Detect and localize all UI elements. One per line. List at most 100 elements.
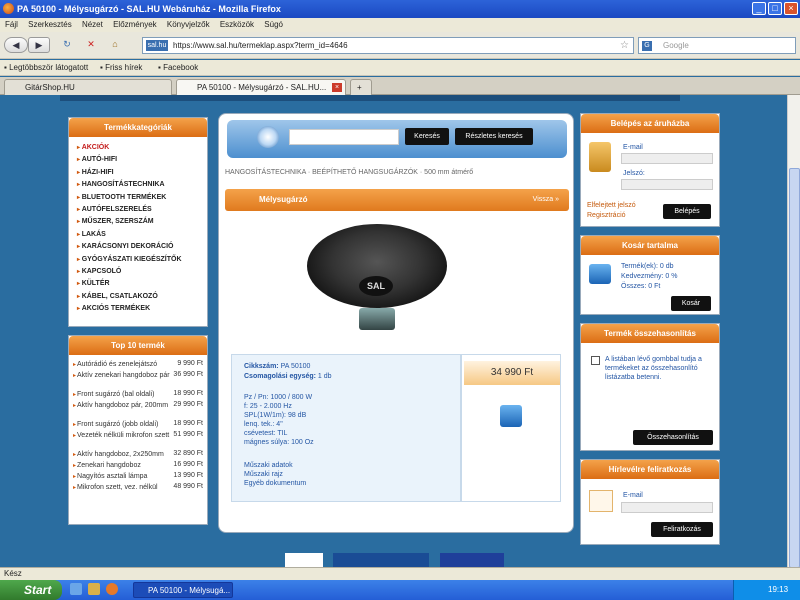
quicklaunch-ie-icon[interactable] [70,583,82,595]
web-page: Termékkategóriák AKCIÓK AUTÓ-HIFI HÁZI-HIF… [0,95,787,567]
compare-button[interactable]: Összehasonlítás [633,430,713,445]
advanced-search-button[interactable]: Részletes keresés [455,128,533,145]
taskbar: Start PA 50100 - Mélysugá... 19:13 [0,580,800,600]
bookmark-latest-headlines[interactable]: ▪ Friss hírek [100,60,142,76]
add-to-cart-icon[interactable] [500,405,522,427]
product-specs: Pz / Pn: 1000 / 800 W f: 25 - 2.000 Hz SPL… [244,393,314,447]
task-label: PA 50100 - Mélysugá... [148,586,231,595]
menu-view[interactable]: Nézet [82,20,103,29]
forgot-password-link[interactable]: Elfelejtett jelszó [587,202,636,209]
compare-panel: Termék összehasonlítás A listában lévő g… [580,323,720,451]
category-item[interactable]: LAKÁS [77,231,106,238]
eu-banner[interactable] [440,553,504,567]
category-item[interactable]: GYÓGYÁSZATI KIEGÉSZÍTŐK [77,256,182,263]
minimize-button[interactable]: _ [752,2,766,15]
menu-history[interactable]: Előzmények [113,20,157,29]
price-box: 34 990 Ft [461,354,561,502]
new-tab-button[interactable]: + [350,79,372,95]
star-icon[interactable]: ☆ [620,38,629,53]
home-icon[interactable]: ⌂ [106,37,124,53]
tab-sal-product[interactable]: PA 50100 - Mélysugárzó - SAL.HU... × [176,79,346,95]
vertical-scrollbar[interactable] [787,95,800,568]
bookmark-facebook[interactable]: ▪ Facebook [158,60,198,76]
register-link[interactable]: Regisztráció [587,212,626,219]
category-item[interactable]: BLUETOOTH TERMÉKEK [77,194,167,201]
login-email-field[interactable] [621,153,713,164]
start-label: Start [24,583,52,597]
subscribe-button[interactable]: Feliratkozás [651,522,713,537]
top10-item[interactable]: Nagyítós asztali lámpa [73,472,171,482]
maximize-button[interactable]: □ [768,2,782,15]
system-tray: 19:13 [733,580,800,600]
reload-icon[interactable]: ↻ [58,37,76,53]
main-content: Keresés Részletes keresés HANGOSÍTÁSTECH… [218,113,574,533]
spec-line: mágnes súlya: 100 Oz [244,439,314,446]
product-price: 34 990 Ft [464,361,560,385]
start-button[interactable]: Start [0,580,62,600]
top10-item[interactable]: Autórádió és zenelejátszó [73,360,171,370]
top10-price: 18 990 Ft [173,390,203,397]
menu-tools[interactable]: Eszközök [220,20,254,29]
top10-item[interactable]: Aktív zenekari hangdoboz pár [73,371,171,381]
quicklaunch-firefox-icon[interactable] [106,583,118,595]
category-item[interactable]: AUTÓ-HIFI [77,156,117,163]
breadcrumb-item[interactable]: BEÉPÍTHETŐ HANGSUGÁRZÓK [312,169,418,176]
category-item[interactable]: KÁBEL, CSATLAKOZÓ [77,293,158,300]
bottom-banner[interactable] [285,553,323,567]
top10-item[interactable]: Aktív hangdoboz pár, 200mm [73,401,171,411]
bookmark-most-visited[interactable]: ▪ Legtöbbször látogatott [4,60,88,76]
login-button[interactable]: Belépés [663,204,711,219]
category-item[interactable]: KAPCSOLÓ [77,268,122,275]
firefox-icon [3,3,14,14]
back-link[interactable]: Vissza » [533,196,559,203]
site-search-input[interactable] [289,129,399,145]
category-item[interactable]: AUTÓFELSZERELÉS [77,206,152,213]
newsletter-email-field[interactable] [621,502,713,513]
spec-line: lenq. tek.: 4" [244,421,283,428]
document-link[interactable]: Műszaki adatok [244,461,306,470]
top10-item[interactable]: Front sugárzó (bal oldali) [73,390,171,400]
taskbar-firefox-window[interactable]: PA 50100 - Mélysugá... [133,582,233,598]
bottom-banner[interactable] [333,553,429,567]
login-password-field[interactable] [621,179,713,190]
cart-button[interactable]: Kosár [671,296,711,311]
menu-bookmarks[interactable]: Könyvjelzők [167,20,210,29]
close-window-button[interactable]: × [784,2,798,15]
category-item[interactable]: HANGOSÍTÁSTECHNIKA [77,181,165,188]
site-identity-button[interactable]: sal.hu [146,40,168,51]
product-image[interactable]: SAL [307,224,447,334]
url-bar[interactable]: sal.hu https://www.sal.hu/termeklap.aspx… [142,37,634,54]
top10-item[interactable]: Zenekari hangdoboz [73,461,171,471]
top10-item[interactable]: Vezeték nélküli mikrofon szett [73,431,171,441]
breadcrumb-item[interactable]: HANGOSÍTÁSTECHNIKA [225,169,306,176]
bookmarks-toolbar: ▪ Legtöbbször látogatott ▪ Friss hírek ▪… [0,60,800,76]
quicklaunch-desktop-icon[interactable] [88,583,100,595]
newsletter-title: Hírlevélre feliratkozás [581,460,719,479]
menu-edit[interactable]: Szerkesztés [28,20,72,29]
lock-icon [589,142,611,172]
menu-help[interactable]: Súgó [264,20,283,29]
category-item[interactable]: KARÁCSONYI DEKORÁCIÓ [77,243,174,250]
search-button[interactable]: Keresés [405,128,449,145]
stop-icon[interactable]: ✕ [82,37,100,53]
category-item[interactable]: AKCIÓS TERMÉKEK [77,305,150,312]
magnifier-icon [257,126,279,148]
forward-button[interactable]: ▶ [28,37,50,53]
tab-gitarshop[interactable]: GitárShop.HU [4,79,172,95]
category-item[interactable]: MŰSZER, SZERSZÁM [77,218,154,225]
category-item[interactable]: AKCIÓK [77,144,110,151]
document-link[interactable]: Műszaki rajz [244,470,306,479]
close-tab-icon[interactable]: × [332,83,342,92]
scrollbar-thumb[interactable] [789,168,800,568]
menu-file[interactable]: Fájl [5,20,18,29]
breadcrumb-item[interactable]: 500 mm átmérő [424,169,473,176]
category-item[interactable]: KÜLTÉR [77,280,110,287]
back-button[interactable]: ◀ [4,37,28,53]
document-link[interactable]: Egyéb dokumentum [244,479,306,488]
category-item[interactable]: HÁZI-HIFI [77,169,114,176]
bookmark-label: Facebook [163,63,199,72]
top10-item[interactable]: Front sugárzó (jobb oldali) [73,420,171,430]
top10-item[interactable]: Aktív hangdoboz, 2x250mm [73,450,171,460]
top10-item[interactable]: Mikrofon szett, vez. nélkül [73,483,171,493]
search-input[interactable]: G Google [638,37,796,54]
